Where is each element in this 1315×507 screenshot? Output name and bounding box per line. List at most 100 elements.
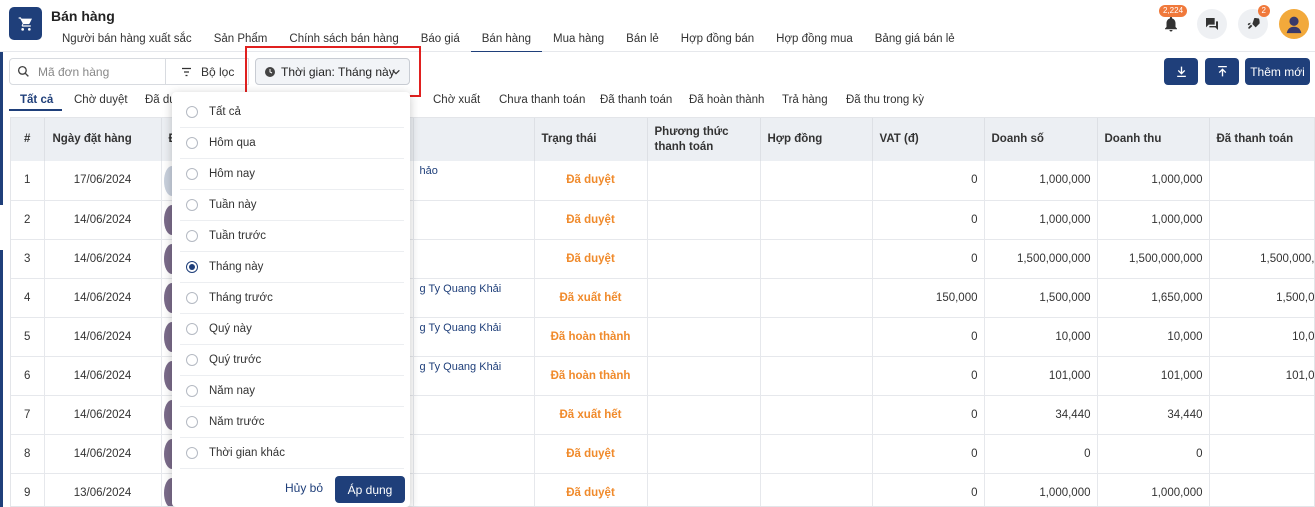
- tab-all[interactable]: Tất cả: [20, 94, 53, 106]
- time-option[interactable]: Tháng này: [180, 252, 404, 283]
- toolbar: Bộ lọc Thời gian: Tháng này Thêm mới: [0, 52, 1315, 92]
- time-option[interactable]: Hôm qua: [180, 128, 404, 159]
- filter-button[interactable]: Bộ lọc: [165, 58, 249, 85]
- time-option[interactable]: Thời gian khác: [180, 438, 404, 469]
- row-number: 8: [11, 434, 45, 474]
- tab-unpaid[interactable]: Chưa thanh toán: [499, 94, 585, 106]
- tab-collected-in-period[interactable]: Đã thu trong kỳ: [846, 94, 924, 106]
- row-number: 1: [11, 161, 45, 201]
- time-option[interactable]: Năm trước: [180, 407, 404, 438]
- bell-icon[interactable]: 2,224: [1156, 5, 1188, 39]
- customer-name[interactable]: [413, 395, 535, 435]
- time-option[interactable]: Tháng trước: [180, 283, 404, 314]
- revenue: 0: [1097, 434, 1210, 474]
- col-header: Trạng thái: [534, 118, 648, 161]
- radio-button[interactable]: [186, 168, 198, 180]
- radio-button[interactable]: [186, 385, 198, 397]
- user-avatar[interactable]: [1279, 9, 1309, 39]
- sales: 101,000: [984, 356, 1098, 396]
- row-number: 5: [11, 317, 45, 357]
- payment-method: [647, 395, 761, 435]
- radio-button[interactable]: [186, 292, 198, 304]
- revenue: 1,000,000: [1097, 473, 1210, 506]
- time-option[interactable]: Tuần trước: [180, 221, 404, 252]
- time-option[interactable]: Hôm nay: [180, 159, 404, 190]
- customer-name[interactable]: hảo: [413, 161, 535, 201]
- search-box[interactable]: [9, 58, 166, 85]
- time-option[interactable]: Năm nay: [180, 376, 404, 407]
- customer-name[interactable]: g Ty Quang Khải: [413, 317, 535, 357]
- customer-name[interactable]: [413, 200, 535, 240]
- col-header: Phương thức thanh toán: [647, 118, 761, 161]
- nav-item[interactable]: Bán hàng: [470, 31, 542, 52]
- radio-button[interactable]: [186, 354, 198, 366]
- vat: 0: [872, 317, 985, 357]
- search-input[interactable]: [38, 64, 158, 79]
- tab-completed[interactable]: Đã hoàn thành: [689, 94, 764, 106]
- search-icon: [17, 65, 29, 77]
- row-number: 4: [11, 278, 45, 318]
- contract: [760, 356, 873, 396]
- upload-button[interactable]: [1205, 58, 1239, 85]
- time-filter-dropdown: Tất cả Hôm qua Hôm nay Tuần này Tuần trước Th…: [172, 92, 410, 507]
- customer-name[interactable]: [413, 473, 535, 506]
- customer-name[interactable]: g Ty Quang Khải: [413, 356, 535, 396]
- cancel-button[interactable]: Hủy bỏ: [285, 481, 323, 495]
- row-number: 3: [11, 239, 45, 279]
- row-number: 7: [11, 395, 45, 435]
- tab-paid[interactable]: Đã thanh toán: [600, 94, 672, 106]
- nav-item[interactable]: Bán lẻ: [615, 31, 670, 52]
- time-option-label: Tuần này: [209, 199, 257, 211]
- nav-item[interactable]: Hợp đồng mua: [765, 31, 864, 52]
- col-header: Doanh số: [984, 118, 1098, 161]
- col-header: Đã thanh toán: [1209, 118, 1314, 161]
- revenue: 1,650,000: [1097, 278, 1210, 318]
- upload-icon: [1217, 65, 1227, 77]
- nav-item[interactable]: Mua hàng: [542, 31, 615, 52]
- paid-amount: 1,500,000,: [1209, 239, 1314, 279]
- radio-button[interactable]: [186, 261, 198, 273]
- contract: [760, 200, 873, 240]
- time-option[interactable]: Quý trước: [180, 345, 404, 376]
- order-date: 14/06/2024: [44, 395, 162, 435]
- top-bar: Bán hàng Người bán hàng xuất sắc Sản Phẩm…: [0, 0, 1315, 52]
- radio-button[interactable]: [186, 137, 198, 149]
- customer-name[interactable]: [413, 434, 535, 474]
- nav-item[interactable]: Hợp đồng bán: [670, 31, 765, 52]
- time-option[interactable]: Quý này: [180, 314, 404, 345]
- radio-button[interactable]: [186, 323, 198, 335]
- download-button[interactable]: [1164, 58, 1198, 85]
- order-date: 13/06/2024: [44, 473, 162, 506]
- tab-returns[interactable]: Trả hàng: [782, 94, 828, 106]
- rocket-icon[interactable]: 2: [1238, 5, 1270, 39]
- customer-name[interactable]: g Ty Quang Khải: [413, 278, 535, 318]
- chat-icon[interactable]: [1197, 9, 1227, 39]
- customer-name[interactable]: [413, 239, 535, 279]
- radio-button[interactable]: [186, 416, 198, 428]
- payment-method: [647, 161, 761, 201]
- app-title: Bán hàng: [51, 8, 115, 24]
- time-option[interactable]: Tất cả: [180, 97, 404, 128]
- tab-pending[interactable]: Chờ duyệt: [74, 94, 128, 106]
- sales: 1,000,000: [984, 161, 1098, 201]
- radio-button[interactable]: [186, 230, 198, 242]
- time-option-label: Hôm nay: [209, 168, 256, 180]
- radio-button[interactable]: [186, 447, 198, 459]
- main-nav: Người bán hàng xuất sắc Sản Phẩm Chính sác…: [51, 31, 966, 52]
- cart-icon[interactable]: [9, 7, 42, 40]
- paid-amount: [1209, 434, 1314, 474]
- tab-awaiting-export[interactable]: Chờ xuất: [433, 94, 480, 106]
- notification-badge: 2,224: [1159, 5, 1188, 17]
- radio-button[interactable]: [186, 199, 198, 211]
- time-option-label: Năm nay: [209, 385, 256, 397]
- apply-button[interactable]: Áp dụng: [335, 476, 405, 503]
- time-option-label: Quý trước: [209, 354, 262, 366]
- nav-item[interactable]: Bảng giá bán lẻ: [864, 31, 966, 52]
- add-new-button[interactable]: Thêm mới: [1245, 58, 1310, 85]
- paid-amount: [1209, 395, 1314, 435]
- nav-item[interactable]: Người bán hàng xuất sắc: [51, 31, 203, 52]
- payment-method: [647, 239, 761, 279]
- radio-button[interactable]: [186, 106, 198, 118]
- time-option[interactable]: Tuần này: [180, 190, 404, 221]
- sales: 0: [984, 434, 1098, 474]
